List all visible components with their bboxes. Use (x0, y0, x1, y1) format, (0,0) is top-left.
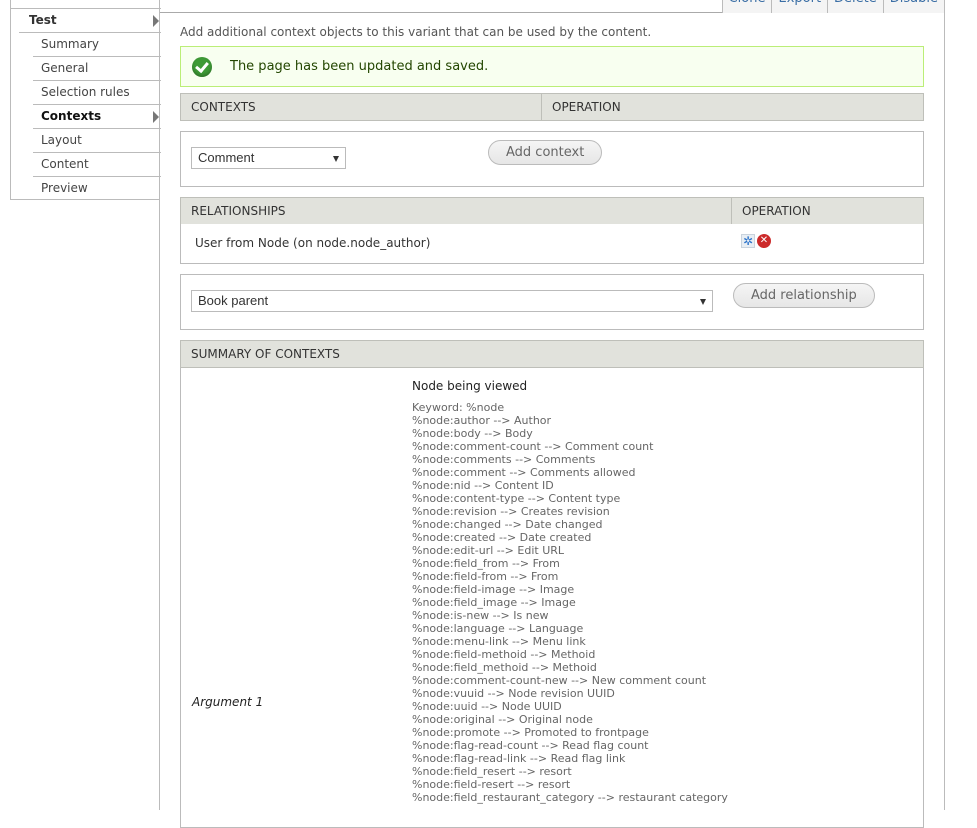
sidebar-item-label: Layout (41, 133, 82, 147)
main-panel: Variant operations Clone Export Delete D… (159, 0, 945, 828)
argument-label: Argument 1 (192, 695, 264, 709)
sidebar-item-selection-rules[interactable]: Selection rules (33, 81, 161, 105)
relationship-label: User from Node (on node.node_author) (195, 236, 431, 250)
context-keyword-line: %node:body --> Body (412, 427, 533, 440)
variant-operations: Clone Export Delete Disable (721, 0, 944, 13)
sidebar-item-label: Preview (41, 181, 88, 195)
sidebar-item-label: Test (29, 13, 57, 27)
context-keyword-line: %node:vuuid --> Node revision UUID (412, 687, 615, 700)
operation-column-header: OPERATION (541, 94, 621, 120)
gear-icon[interactable]: ✲ (741, 234, 755, 248)
intro-text: Add additional context objects to this v… (180, 25, 652, 39)
context-keyword-line: Keyword: %node (412, 401, 505, 414)
summary-table-header: SUMMARY OF CONTEXTS (180, 340, 924, 368)
summary-body: Argument 1 Node being viewed Keyword: %n… (180, 368, 924, 828)
context-keyword-line: %node:flag-read-count --> Read flag coun… (412, 739, 649, 752)
check-icon (192, 56, 212, 77)
context-keyword-line: %node:original --> Original node (412, 713, 593, 726)
sidebar-list: Test Summary General Selection rules Con… (11, 9, 161, 201)
sidebar-item-label: Contexts (41, 109, 102, 123)
page-title: Variant operations (180, 0, 317, 1)
context-keyword-line: %node:comments --> Comments (412, 453, 596, 466)
context-type-select-value: Comment (198, 150, 255, 165)
disable-link[interactable]: Disable (882, 0, 944, 13)
context-keyword-line: %node:field-from --> From (412, 570, 559, 583)
export-link[interactable]: Export (771, 0, 828, 13)
context-keyword-line: %node:field-image --> Image (412, 583, 575, 596)
delete-icon[interactable]: ✕ (757, 234, 771, 248)
context-keyword-line: %node:nid --> Content ID (412, 479, 554, 492)
add-context-box: Comment Add context (180, 131, 924, 187)
sidebar-item-label: General (41, 61, 89, 75)
context-keyword-line: %node:comment --> Comments allowed (412, 466, 636, 479)
sidebar-item-contexts[interactable]: Contexts (33, 105, 161, 129)
context-type-select[interactable]: Comment (191, 147, 346, 169)
add-relationship-button[interactable]: Add relationship (733, 283, 875, 308)
context-keyword-line: %node:field_methoid --> Methoid (412, 661, 597, 674)
context-keyword-line: %node:menu-link --> Menu link (412, 635, 586, 648)
chevron-down-icon (700, 299, 706, 305)
context-keyword-line: %node:field_resert --> resort (412, 765, 572, 778)
sidebar-item-summary[interactable]: Summary (33, 33, 161, 57)
context-keyword-line: %node:edit-url --> Edit URL (412, 544, 565, 557)
sidebar-item-preview[interactable]: Preview (33, 177, 161, 201)
context-title: Node being viewed (412, 379, 528, 393)
relationships-table-header: RELATIONSHIPS OPERATION (180, 197, 924, 225)
context-keyword-line: %node:promote --> Promoted to frontpage (412, 726, 649, 739)
context-keyword-line: %node:field_from --> From (412, 557, 560, 570)
context-keyword-line: %node:language --> Language (412, 622, 584, 635)
summary-column-header: SUMMARY OF CONTEXTS (191, 347, 340, 361)
status-message-text: The page has been updated and saved. (230, 59, 489, 74)
context-keyword-line: %node:author --> Author (412, 414, 552, 427)
status-message: The page has been updated and saved. (180, 46, 924, 87)
sidebar-item-label: Content (41, 157, 89, 171)
contexts-table-header: CONTEXTS OPERATION (180, 93, 924, 121)
sidebar-top-item[interactable] (11, 0, 161, 9)
contexts-column-header: CONTEXTS (191, 100, 256, 114)
sidebar: Test Summary General Selection rules Con… (10, 0, 161, 201)
add-context-button[interactable]: Add context (488, 140, 603, 165)
table-row: User from Node (on node.node_author) ✲ ✕ (180, 224, 924, 264)
operation-column-header: OPERATION (731, 198, 811, 224)
context-keyword-line: %node:field-resert --> resort (412, 778, 571, 791)
context-keyword-line: %node:created --> Date created (412, 531, 592, 544)
context-keyword-line: %node:field_image --> Image (412, 596, 576, 609)
add-relationship-box: Book parent Add relationship (180, 274, 924, 330)
chevron-down-icon (333, 156, 339, 162)
context-keyword-line: %node:is-new --> Is new (412, 609, 549, 622)
context-keyword-line: %node:flag-read-link --> Read flag link (412, 752, 626, 765)
context-keyword-line: %node:revision --> Creates revision (412, 505, 610, 518)
sidebar-item-general[interactable]: General (33, 57, 161, 81)
context-keyword-line: %node:field-methoid --> Methoid (412, 648, 596, 661)
context-keyword-line: %node:comment-count-new --> New comment … (412, 674, 707, 687)
context-keyword-line: %node:field_restaurant_category --> rest… (412, 791, 728, 804)
context-keyword-line: %node:content-type --> Content type (412, 492, 621, 505)
context-keyword-line: %node:uuid --> Node UUID (412, 700, 562, 713)
context-keyword-line: %node:changed --> Date changed (412, 518, 603, 531)
relationships-column-header: RELATIONSHIPS (191, 204, 286, 218)
clone-link[interactable]: Clone (721, 0, 772, 13)
sidebar-item-content[interactable]: Content (33, 153, 161, 177)
sidebar-item-label: Summary (41, 37, 99, 51)
context-keyword-list: Keyword: %node %node:author --> Author %no… (412, 401, 728, 804)
relationship-select-value: Book parent (198, 293, 269, 308)
sidebar-item-layout[interactable]: Layout (33, 129, 161, 153)
context-keyword-line: %node:comment-count --> Comment count (412, 440, 654, 453)
delete-link[interactable]: Delete (827, 0, 883, 13)
sidebar-item-test[interactable]: Test (19, 9, 161, 33)
main-header: Variant operations Clone Export Delete D… (160, 0, 944, 13)
relationship-select[interactable]: Book parent (191, 290, 713, 312)
sidebar-item-label: Selection rules (41, 85, 130, 99)
